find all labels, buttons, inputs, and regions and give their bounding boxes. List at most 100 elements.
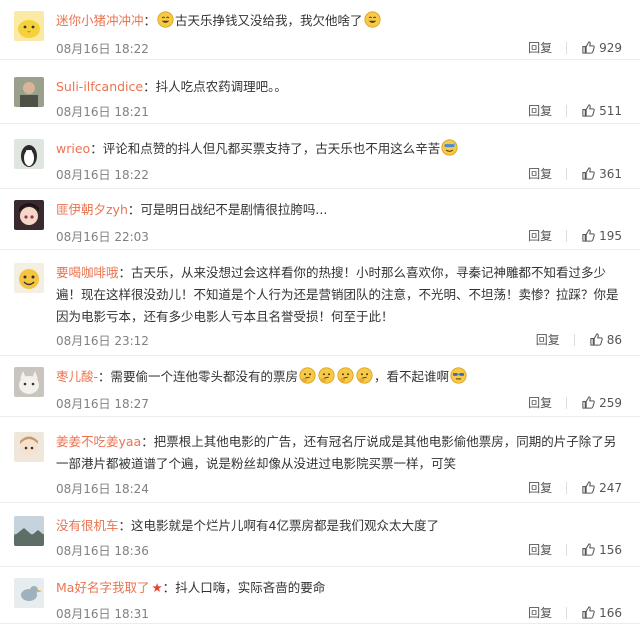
comment-text: 可是明日战纪不是剧情很拉胯吗... — [140, 202, 328, 217]
comment-text: 评论和点赞的抖人但凡都买票支持了，古天乐也不用这么辛苦 — [102, 141, 441, 156]
comment-text: 这电影就是个烂片儿啊有4亿票房都是我们观众太大度了 — [131, 518, 439, 533]
action-divider — [566, 229, 568, 242]
comment-timestamp: 08月16日 18:24 — [56, 482, 149, 496]
comment-timestamp: 08月16日 23:12 — [56, 334, 149, 348]
comment-timestamp: 08月16日 18:22 — [56, 42, 149, 56]
comment-actions: 回复 259 — [528, 394, 622, 411]
comment-actions: 回复 361 — [528, 165, 622, 182]
comment-text: 抖人口嗨，实际吝啬的要命 — [175, 580, 326, 595]
username-separator: ： — [143, 79, 156, 94]
comment-username[interactable]: 枣儿酸- — [56, 369, 98, 384]
landscape-avatar[interactable] — [14, 516, 44, 546]
comment-username[interactable]: 姜姜不吃姜yaa — [56, 434, 141, 449]
comment-timestamp: 08月16日 18:22 — [56, 168, 149, 182]
thumbs-up-icon — [581, 542, 596, 557]
comment-list: 迷你小猪冲冲冲： 古天乐挣钱又没给我，我欠他啥了 08月16日 18:22 回复 929… — [0, 0, 640, 624]
comment-actions: 回复 195 — [528, 227, 622, 244]
like-button[interactable]: 195 — [581, 228, 622, 243]
smile-emoji-icon — [363, 11, 381, 28]
action-divider — [566, 606, 568, 619]
think-emoji-icon — [299, 367, 316, 384]
username-separator: ： — [118, 518, 132, 533]
like-count: 195 — [599, 228, 622, 243]
comment-username[interactable]: 要喝咖啡哦 — [56, 265, 119, 280]
comment-timestamp: 08月16日 22:03 — [56, 230, 149, 244]
comment-item: Suli-ilfcandice：抖人吃点农药调理吧。。 08月16日 18:21 回… — [0, 60, 640, 124]
like-count: 511 — [599, 103, 622, 118]
comment-body: 匪伊朝夕zyh：可是明日战纪不是剧情很拉胯吗... — [56, 199, 622, 221]
comment-item: 匪伊朝夕zyh：可是明日战纪不是剧情很拉胯吗... 08月16日 22:03 回复 1… — [0, 189, 640, 250]
comment-username[interactable]: 没有很机车 — [56, 518, 119, 533]
doll-avatar[interactable] — [14, 432, 44, 462]
like-count: 86 — [606, 332, 622, 347]
reply-button[interactable]: 回复 — [528, 479, 552, 496]
reply-button[interactable]: 回复 — [528, 227, 552, 244]
username-separator: ： — [162, 580, 176, 595]
reply-button[interactable]: 回复 — [528, 604, 552, 621]
like-button[interactable]: 156 — [581, 542, 622, 557]
photo-avatar[interactable] — [14, 77, 44, 107]
thumbs-up-icon — [581, 228, 596, 243]
comment-actions: 回复 156 — [528, 541, 622, 558]
comment-timestamp: 08月16日 18:27 — [56, 397, 149, 411]
comment-item: Ma好名字我取了 ★：抖人口嗨，实际吝啬的要命 08月16日 18:31 回复 166 — [0, 567, 640, 624]
think-emoji-icon — [356, 367, 373, 384]
thumbs-up-icon — [581, 40, 596, 55]
comment-item: 姜姜不吃姜yaa：把票根上其他电影的广告，还有冠名厅说成是其他电影偷他票房，同期… — [0, 417, 640, 503]
comment-actions: 回复 247 — [528, 479, 622, 496]
like-button[interactable]: 511 — [581, 103, 622, 118]
cartoon-face-avatar[interactable] — [14, 263, 44, 293]
reply-button[interactable]: 回复 — [528, 102, 552, 119]
comment-body: Ma好名字我取了 ★：抖人口嗨，实际吝啬的要命 — [56, 577, 622, 599]
action-divider — [566, 41, 568, 54]
action-divider — [566, 396, 568, 409]
comment-username[interactable]: Suli-ilfcandice — [56, 79, 143, 94]
comment-item: 要喝咖啡哦：古天乐，从来没想过会这样看你的热搜！小时那么喜欢你，寻秦记神雕都不知… — [0, 250, 640, 356]
like-button[interactable]: 259 — [581, 395, 622, 410]
like-button[interactable]: 86 — [589, 332, 622, 347]
comment-body: 迷你小猪冲冲冲： 古天乐挣钱又没给我，我欠他啥了 — [56, 10, 622, 32]
reply-button[interactable]: 回复 — [528, 394, 552, 411]
like-count: 166 — [599, 605, 622, 620]
bird-avatar[interactable] — [14, 578, 44, 608]
like-count: 929 — [599, 40, 622, 55]
comment-body: 要喝咖啡哦：古天乐，从来没想过会这样看你的热搜！小时那么喜欢你，寻秦记神雕都不知… — [56, 262, 622, 328]
comment-text: 抖人吃点农药调理吧。。 — [155, 79, 287, 94]
like-button[interactable]: 361 — [581, 166, 622, 181]
comment-item: wrieo：评论和点赞的抖人但凡都买票支持了，古天乐也不用这么辛苦 08月16日 … — [0, 124, 640, 189]
comment-username[interactable]: wrieo — [56, 141, 90, 156]
comment-username[interactable]: Ma好名字我取了 — [56, 580, 149, 595]
username-separator: ： — [98, 369, 111, 384]
like-button[interactable]: 166 — [581, 605, 622, 620]
action-divider — [566, 167, 568, 180]
thumbs-up-icon — [581, 166, 596, 181]
like-button[interactable]: 929 — [581, 40, 622, 55]
comment-username[interactable]: 迷你小猪冲冲冲 — [56, 13, 144, 28]
thumbs-up-icon — [581, 480, 596, 495]
reply-button[interactable]: 回复 — [528, 39, 552, 56]
reply-button[interactable]: 回复 — [528, 541, 552, 558]
yellow-chick-avatar[interactable] — [14, 11, 44, 41]
comment-username[interactable]: 匪伊朝夕zyh — [56, 202, 128, 217]
comment-actions: 回复 86 — [536, 331, 622, 348]
sweat-emoji-icon — [441, 139, 458, 156]
comment-text: 古天乐挣钱又没给我，我欠他啥了 — [175, 13, 363, 28]
anime-girl-avatar[interactable] — [14, 200, 44, 230]
reply-button[interactable]: 回复 — [536, 331, 560, 348]
username-separator: ： — [141, 434, 154, 449]
like-count: 156 — [599, 542, 622, 557]
smile-emoji-icon — [157, 11, 174, 28]
cat-avatar[interactable] — [14, 367, 44, 397]
action-divider — [566, 481, 568, 494]
comment-actions: 回复 511 — [528, 102, 622, 119]
comment-timestamp: 08月16日 18:36 — [56, 544, 149, 558]
penguin-avatar[interactable] — [14, 139, 44, 169]
username-separator: ： — [143, 13, 157, 28]
comment-timestamp: 08月16日 18:31 — [56, 607, 149, 621]
like-button[interactable]: 247 — [581, 480, 622, 495]
reply-button[interactable]: 回复 — [528, 165, 552, 182]
shades-emoji-icon — [450, 367, 467, 384]
username-separator: ： — [118, 265, 132, 280]
action-divider — [566, 543, 568, 556]
comment-body: 姜姜不吃姜yaa：把票根上其他电影的广告，还有冠名厅说成是其他电影偷他票房，同期… — [56, 431, 622, 475]
